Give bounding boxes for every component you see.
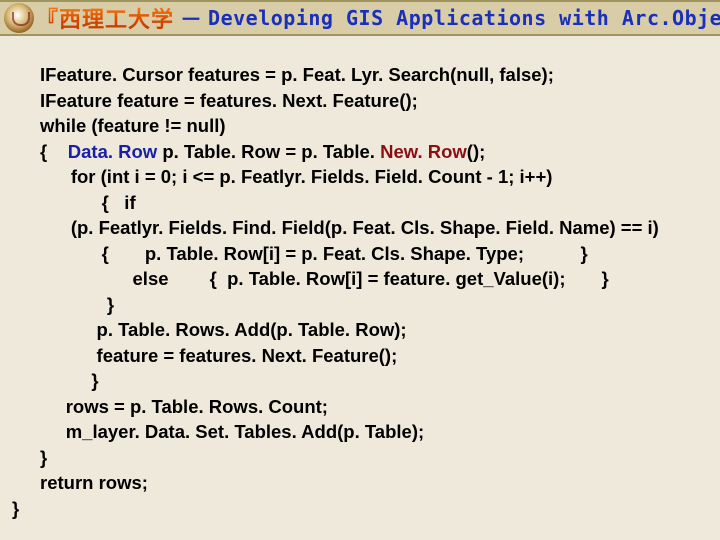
code-line-8: { p. Table. Row[i] = p. Feat. Cls. Shape… <box>40 243 588 264</box>
code-line-13: } <box>40 370 99 391</box>
university-logo-icon <box>4 3 34 33</box>
code-line-1: IFeature. Cursor features = p. Feat. Lyr… <box>40 64 554 85</box>
code-line-12: feature = features. Next. Feature(); <box>40 345 397 366</box>
code-line-14: rows = p. Table. Rows. Count; <box>40 396 328 417</box>
code-line-5: for (int i = 0; i <= p. Featlyr. Fields.… <box>40 166 552 187</box>
slide-header: 『西理工大学 － Developing GIS Applications wit… <box>0 0 720 36</box>
code-line-4: { Data. Row p. Table. Row = p. Table. Ne… <box>40 141 485 162</box>
code-line-6: { if <box>40 192 136 213</box>
code-line-16: } <box>40 447 47 468</box>
code-line-2: IFeature feature = features. Next. Featu… <box>40 90 418 111</box>
code-line-9: else { p. Table. Row[i] = feature. get_V… <box>40 268 609 289</box>
code-line-11: p. Table. Rows. Add(p. Table. Row); <box>40 319 407 340</box>
code-line-end: } <box>12 498 19 519</box>
code-line-3: while (feature != null) <box>40 115 226 136</box>
code-block: IFeature. Cursor features = p. Feat. Lyr… <box>0 36 720 521</box>
separator-dash: － <box>174 2 208 34</box>
code-line-7: (p. Featlyr. Fields. Find. Field(p. Feat… <box>40 217 659 238</box>
code-line-10: } <box>40 294 114 315</box>
code-line-17: return rows; <box>40 472 148 493</box>
code-line-15: m_layer. Data. Set. Tables. Add(p. Table… <box>40 421 424 442</box>
course-title: Developing GIS Applications with Arc.Obj… <box>208 6 720 30</box>
institution-name: 『西理工大学 <box>36 2 174 34</box>
